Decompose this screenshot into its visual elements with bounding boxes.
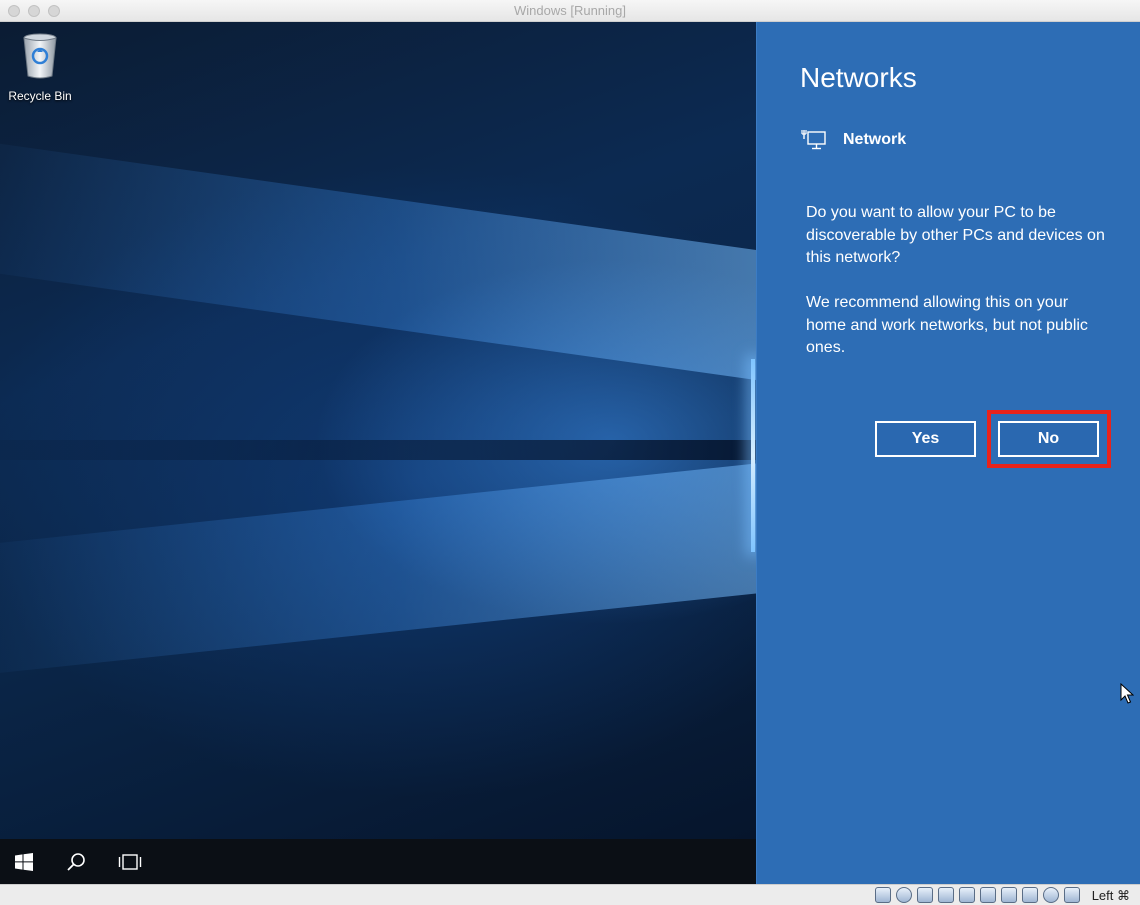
taskbar: [0, 839, 756, 884]
wallpaper-light-beam: [0, 135, 756, 382]
search-button[interactable]: [52, 839, 100, 884]
start-button[interactable]: [0, 839, 48, 884]
windows-start-icon: [15, 852, 33, 871]
hard-disk-icon[interactable]: [875, 887, 891, 903]
display-icon[interactable]: [980, 887, 996, 903]
task-view-button[interactable]: [106, 839, 154, 884]
yes-button[interactable]: Yes: [875, 421, 976, 457]
pen-icon[interactable]: [938, 887, 954, 903]
usb-icon[interactable]: [1022, 887, 1038, 903]
discovery-recommendation: We recommend allowing this on your home …: [806, 294, 1088, 356]
wallpaper-window-edge: [751, 359, 755, 552]
screen-icon[interactable]: [1001, 887, 1017, 903]
no-button[interactable]: No: [998, 421, 1099, 457]
search-icon: [67, 852, 85, 871]
desktop[interactable]: Recycle Bin: [0, 22, 756, 839]
optical-drive-icon[interactable]: [896, 887, 912, 903]
shared-folder-icon[interactable]: [959, 887, 975, 903]
wired-network-icon: [801, 130, 826, 150]
network-name: Network: [843, 131, 907, 148]
wallpaper-shadow: [0, 440, 756, 460]
window-title-bar[interactable]: Windows [Running]: [0, 0, 1140, 22]
desktop-icon-label: Recycle Bin: [8, 89, 72, 103]
panel-title: Networks: [800, 62, 917, 93]
mouse-pointer-icon: [1120, 683, 1134, 704]
window-title: Windows [Running]: [514, 3, 626, 18]
task-view-icon: [118, 853, 142, 870]
network-adapter-icon[interactable]: [917, 887, 933, 903]
recycle-bin-icon: [23, 33, 57, 79]
desktop-icon-recycle-bin[interactable]: Recycle Bin: [4, 32, 76, 103]
download-icon[interactable]: [1064, 887, 1080, 903]
wallpaper-light-beam: [0, 462, 756, 680]
discovery-question: Do you want to allow your PC to be disco…: [806, 204, 1105, 266]
networks-panel: Networks Network Do you want to allow yo…: [756, 22, 1140, 884]
vm-status-bar: Left ⌘: [0, 884, 1140, 905]
globe-icon[interactable]: [1043, 887, 1059, 903]
network-item: Network: [801, 128, 906, 152]
host-key-label: Left ⌘: [1091, 888, 1130, 903]
status-icons: [870, 887, 1080, 903]
